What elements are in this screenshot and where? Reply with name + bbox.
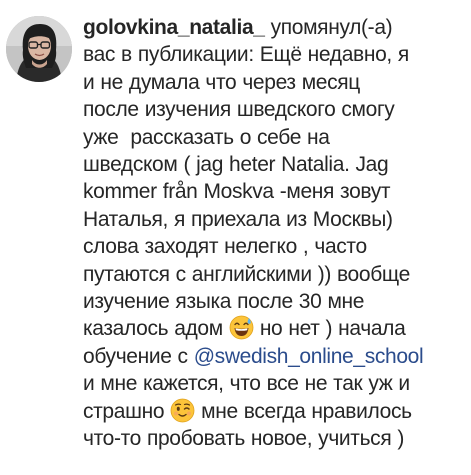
line-text: казалось адом: [83, 317, 229, 341]
message-line-14: и мне кажется, что все не так уж и: [83, 372, 410, 396]
message-line-16: что-то пробовать новое, учиться ): [83, 427, 404, 451]
message-line-9: слова заходят нелегко , часто: [83, 235, 367, 259]
username-link[interactable]: golovkina_natalia_: [83, 16, 265, 39]
message-line-11: изучение языка после 30 мне: [83, 290, 365, 314]
message-line-8: Наталья, я приехала из Москвы): [83, 207, 393, 231]
avatar[interactable]: [6, 16, 72, 82]
message-line-3: и не думала что через месяц: [83, 70, 360, 94]
line-text: страшно: [83, 399, 171, 423]
mention-link[interactable]: @swedish_online_school: [194, 345, 424, 368]
message-line-6: шведском ( jag heter Natalia. Jag: [83, 153, 389, 177]
message-line-2: вас в публикации: Ещё недавно, я: [83, 43, 409, 67]
sweat-smile-icon: [229, 315, 254, 340]
message-line-15: страшно мне всегда нравилось: [83, 398, 468, 425]
avatar-photo-icon: [6, 16, 72, 82]
mention-notification[interactable]: golovkina_natalia_ упомянул(-а) вас в пу…: [0, 0, 471, 475]
line-text: но нет ) начала: [253, 317, 406, 341]
message-line-12: казалось адом но нет ) начала: [83, 315, 468, 342]
message-line-7: kommer från Moskva -меня зовут: [83, 180, 391, 204]
message-line-1: golovkina_natalia_ упомянул(-а): [83, 14, 468, 41]
message-line-10: путаются с английскими )) вообще: [83, 262, 410, 286]
action-text: упомянул(-а): [264, 16, 393, 39]
message-line-4: после изучения шведского смогу: [83, 98, 395, 122]
message-line-13: обучение с @swedish_online_school: [83, 343, 468, 370]
line-text: обучение с: [83, 344, 194, 368]
message-line-5: уже рассказать о себе на: [83, 125, 330, 149]
line-text: мне всегда нравилось: [195, 399, 412, 423]
notification-message: golovkina_natalia_ упомянул(-а) вас в пу…: [83, 14, 468, 453]
winking-face-icon: [170, 398, 195, 423]
